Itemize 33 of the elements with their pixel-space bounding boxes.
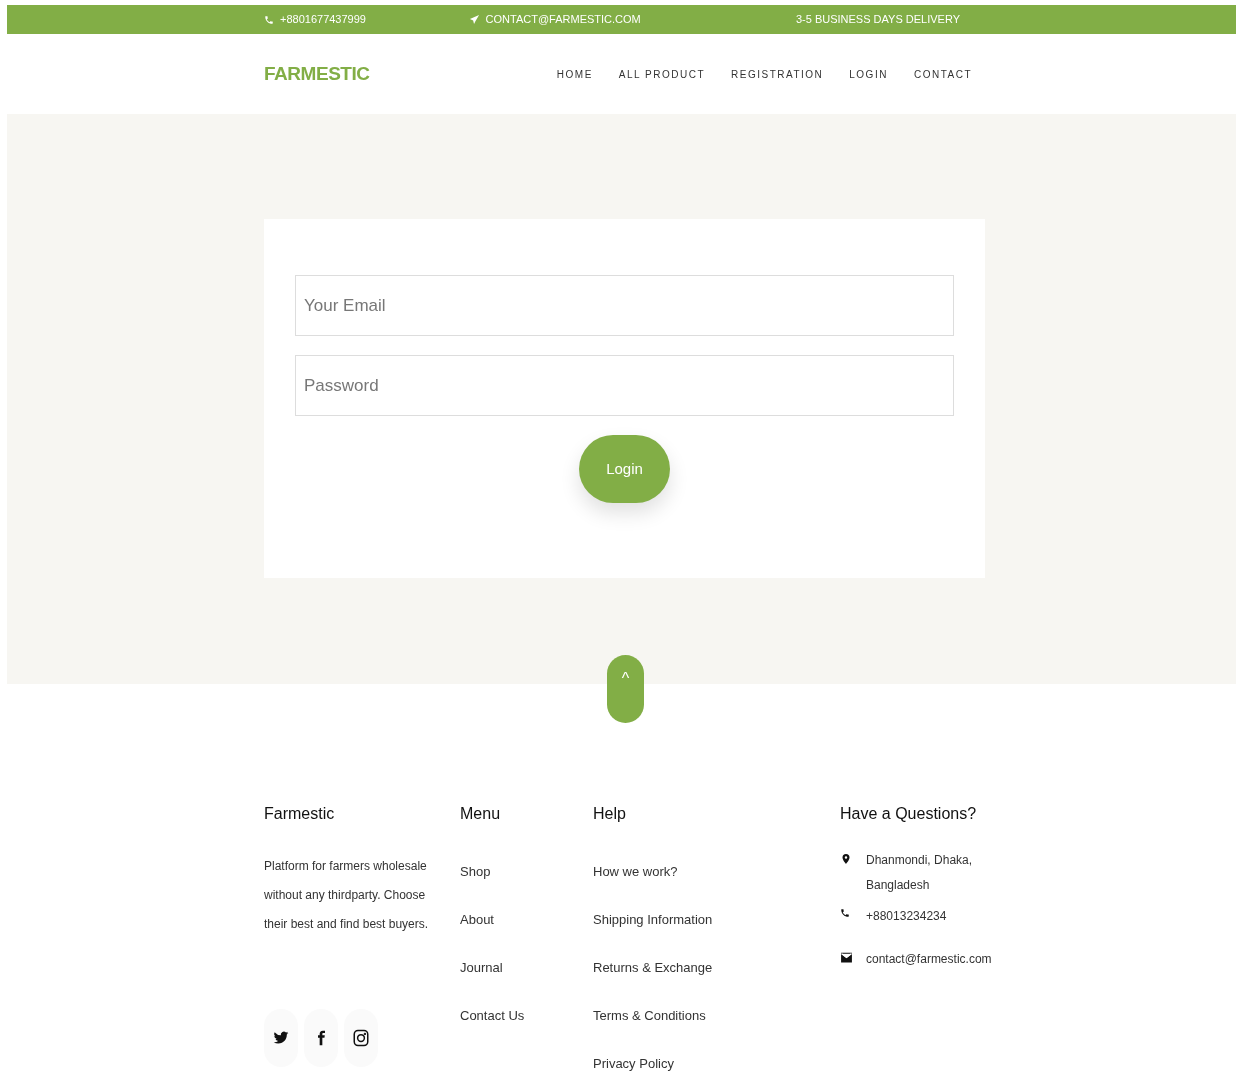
- contact-text: contact@farmestic.com: [866, 951, 993, 968]
- top-bar-text: CONTACT@FARMESTIC.COM: [485, 12, 641, 28]
- footer-heading: Help: [593, 804, 627, 824]
- footer-link[interactable]: Terms & Conditions: [593, 1006, 706, 1027]
- email-field[interactable]: Your Email: [295, 275, 954, 336]
- phone-icon: [264, 14, 274, 25]
- envelope-icon: [840, 951, 854, 964]
- nav-link[interactable]: REGISTRATION: [731, 66, 824, 82]
- paper-plane-icon: [468, 14, 480, 25]
- top-bar-text: 3-5 BUSINESS DAYS DELIVERY: [795, 12, 960, 28]
- facebook-icon[interactable]: [304, 1009, 338, 1067]
- footer-heading: Have a Questions?: [840, 804, 978, 824]
- nav-link[interactable]: LOGIN: [849, 66, 888, 82]
- top-bar-text: +8801677437999: [280, 12, 366, 28]
- footer-link[interactable]: Shop: [460, 862, 491, 883]
- about-text: Platform for farmers wholesale without any thirdparty. Choose their best and find best buyers.: [264, 858, 430, 933]
- instagram-icon[interactable]: [344, 1009, 378, 1067]
- footer-heading: Menu: [460, 804, 502, 824]
- footer-link[interactable]: Journal: [460, 958, 503, 979]
- footer-link[interactable]: Shipping Information: [593, 910, 713, 931]
- nav-link[interactable]: CONTACT: [913, 66, 972, 82]
- footer-link[interactable]: Contact Us: [460, 1006, 525, 1027]
- footer-heading: Farmestic: [264, 804, 336, 824]
- contact-text: Dhanmondi, Dhaka, Bangladesh: [866, 852, 974, 894]
- password-field[interactable]: Password: [295, 355, 954, 416]
- nav-link[interactable]: ALL PRODUCT: [618, 66, 705, 82]
- footer-link[interactable]: How we work?: [593, 862, 678, 883]
- nav-link[interactable]: HOME: [556, 66, 593, 82]
- footer-link[interactable]: Returns & Exchange: [593, 958, 713, 979]
- footer-link[interactable]: About: [460, 910, 494, 931]
- twitter-icon[interactable]: [264, 1009, 298, 1067]
- footer-link[interactable]: Privacy Policy: [593, 1054, 674, 1075]
- contact-text: +88013234234: [866, 908, 948, 925]
